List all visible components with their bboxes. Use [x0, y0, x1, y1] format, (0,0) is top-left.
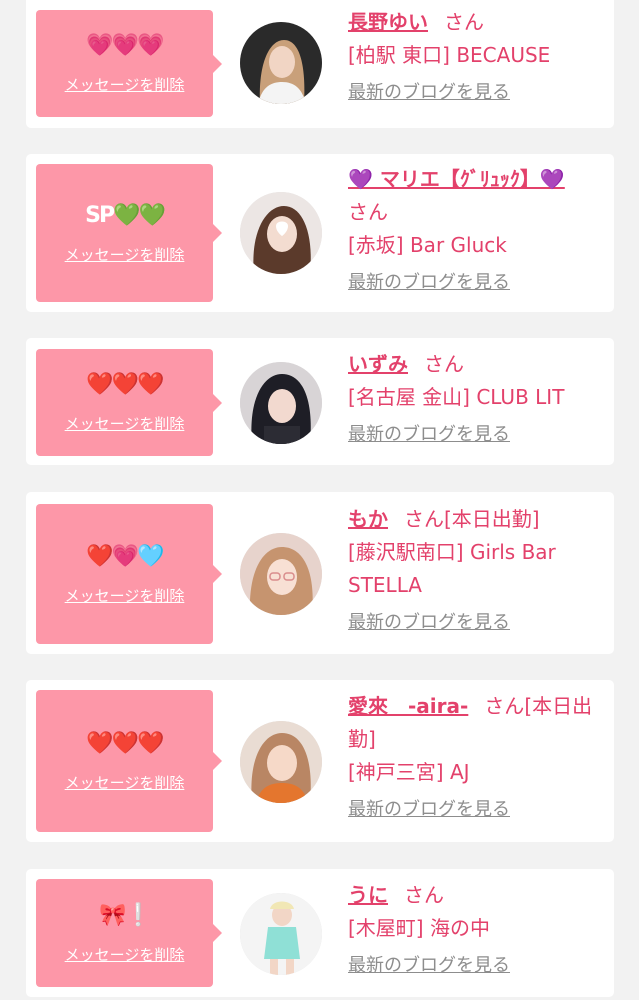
message-panel: ❤️💗🩵 メッセージを削除: [36, 504, 222, 644]
cast-name-link[interactable]: 長野ゆい: [348, 10, 428, 34]
message-panel: SP💚💚 メッセージを削除: [36, 164, 222, 302]
blog-link[interactable]: 最新のブログを見る: [348, 606, 602, 639]
blog-link[interactable]: 最新のブログを見る: [348, 418, 602, 451]
shop-name: [赤坂] Bar Gluck: [348, 233, 507, 257]
delete-message-link[interactable]: メッセージを削除: [65, 772, 185, 793]
message-panel: ❤️❤️❤️ メッセージを削除: [36, 690, 222, 832]
status-label: [本日出勤]: [444, 507, 540, 531]
message-panel: 💗💗💗 メッセージを削除: [36, 10, 222, 117]
list-item: ❤️❤️❤️ メッセージを削除 愛來 -aira- さん[本日出勤] [神戸三宮]…: [26, 680, 614, 842]
list-item: 💗💗💗 メッセージを削除 長野ゆい さん [柏駅 東口] BECAUSE 最新のブ…: [26, 0, 614, 128]
honorific: さん: [404, 507, 444, 531]
avatar-photo: [240, 893, 322, 975]
blog-link[interactable]: 最新のブログを見る: [348, 793, 602, 826]
list-item: ❤️💗🩵 メッセージを削除 もか さん[本日出勤] [藤沢駅南口] Girls B…: [26, 492, 614, 654]
honorific: さん: [404, 883, 444, 907]
list-item: ❤️❤️❤️ メッセージを削除 いずみ さん [名古屋 金山] CLUB LIT …: [26, 338, 614, 465]
avatar-photo: [240, 22, 322, 104]
avatar-photo: [240, 721, 322, 803]
blog-link[interactable]: 最新のブログを見る: [348, 266, 602, 299]
honorific: さん: [444, 10, 484, 34]
heart-mark: 🎀❕: [99, 902, 152, 928]
message-panel: 🎀❕ メッセージを削除: [36, 879, 222, 987]
shop-name: [神戸三宮] AJ: [348, 760, 470, 784]
honorific: さん: [484, 694, 525, 718]
blog-link[interactable]: 最新のブログを見る: [348, 949, 602, 982]
shop-name: [藤沢駅南口] Girls Bar STELLA: [348, 540, 556, 597]
avatar[interactable]: [240, 721, 322, 803]
blog-link[interactable]: 最新のブログを見る: [348, 76, 602, 109]
shop-name: [名古屋 金山] CLUB LIT: [348, 385, 565, 409]
heart-mark: ❤️💗🩵: [86, 543, 164, 569]
cast-name-link[interactable]: うに: [348, 883, 388, 907]
entry-info: 💜 マリエ【ｸﾞﾘｭｯｸ】💜 さん [赤坂] Bar Gluck 最新のブログを見…: [348, 163, 602, 299]
entry-info: 長野ゆい さん [柏駅 東口] BECAUSE 最新のブログを見る: [348, 6, 602, 109]
avatar[interactable]: [240, 893, 322, 975]
delete-message-link[interactable]: メッセージを削除: [65, 944, 185, 965]
entry-info: うに さん [木屋町] 海の中 最新のブログを見る: [348, 879, 602, 982]
shop-name: [柏駅 東口] BECAUSE: [348, 43, 551, 67]
avatar-photo: [240, 533, 322, 615]
cast-name-link[interactable]: もか: [348, 507, 388, 531]
list-item: 🎀❕ メッセージを削除 うに さん [木屋町] 海の中 最新のブログを見る: [26, 869, 614, 997]
avatar-photo: [240, 192, 322, 274]
entry-info: 愛來 -aira- さん[本日出勤] [神戸三宮] AJ 最新のブログを見る: [348, 690, 602, 826]
heart-mark: SP💚💚: [85, 202, 166, 228]
honorific: さん: [348, 200, 388, 224]
delete-message-link[interactable]: メッセージを削除: [65, 74, 185, 95]
heart-mark: ❤️❤️❤️: [86, 730, 164, 756]
message-panel: ❤️❤️❤️ メッセージを削除: [36, 349, 222, 456]
cast-name-link[interactable]: 💜 マリエ【ｸﾞﾘｭｯｸ】💜: [348, 167, 565, 191]
avatar[interactable]: [240, 533, 322, 615]
delete-message-link[interactable]: メッセージを削除: [65, 244, 185, 265]
avatar-photo: [240, 362, 322, 444]
shop-name: [木屋町] 海の中: [348, 916, 490, 940]
list-item: SP💚💚 メッセージを削除 💜 マリエ【ｸﾞﾘｭｯｸ】💜 さん [赤坂] Bar …: [26, 154, 614, 312]
delete-message-link[interactable]: メッセージを削除: [65, 413, 185, 434]
delete-message-link[interactable]: メッセージを削除: [65, 585, 185, 606]
cast-name-link[interactable]: 愛來 -aira-: [348, 694, 468, 718]
entry-info: いずみ さん [名古屋 金山] CLUB LIT 最新のブログを見る: [348, 348, 602, 451]
avatar[interactable]: [240, 362, 322, 444]
heart-mark: ❤️❤️❤️: [86, 372, 164, 397]
entry-info: もか さん[本日出勤] [藤沢駅南口] Girls Bar STELLA 最新のブ…: [348, 503, 602, 639]
avatar[interactable]: [240, 192, 322, 274]
avatar[interactable]: [240, 22, 322, 104]
heart-mark: 💗💗💗: [86, 33, 164, 58]
cast-name-link[interactable]: いずみ: [348, 352, 408, 376]
honorific: さん: [424, 352, 464, 376]
